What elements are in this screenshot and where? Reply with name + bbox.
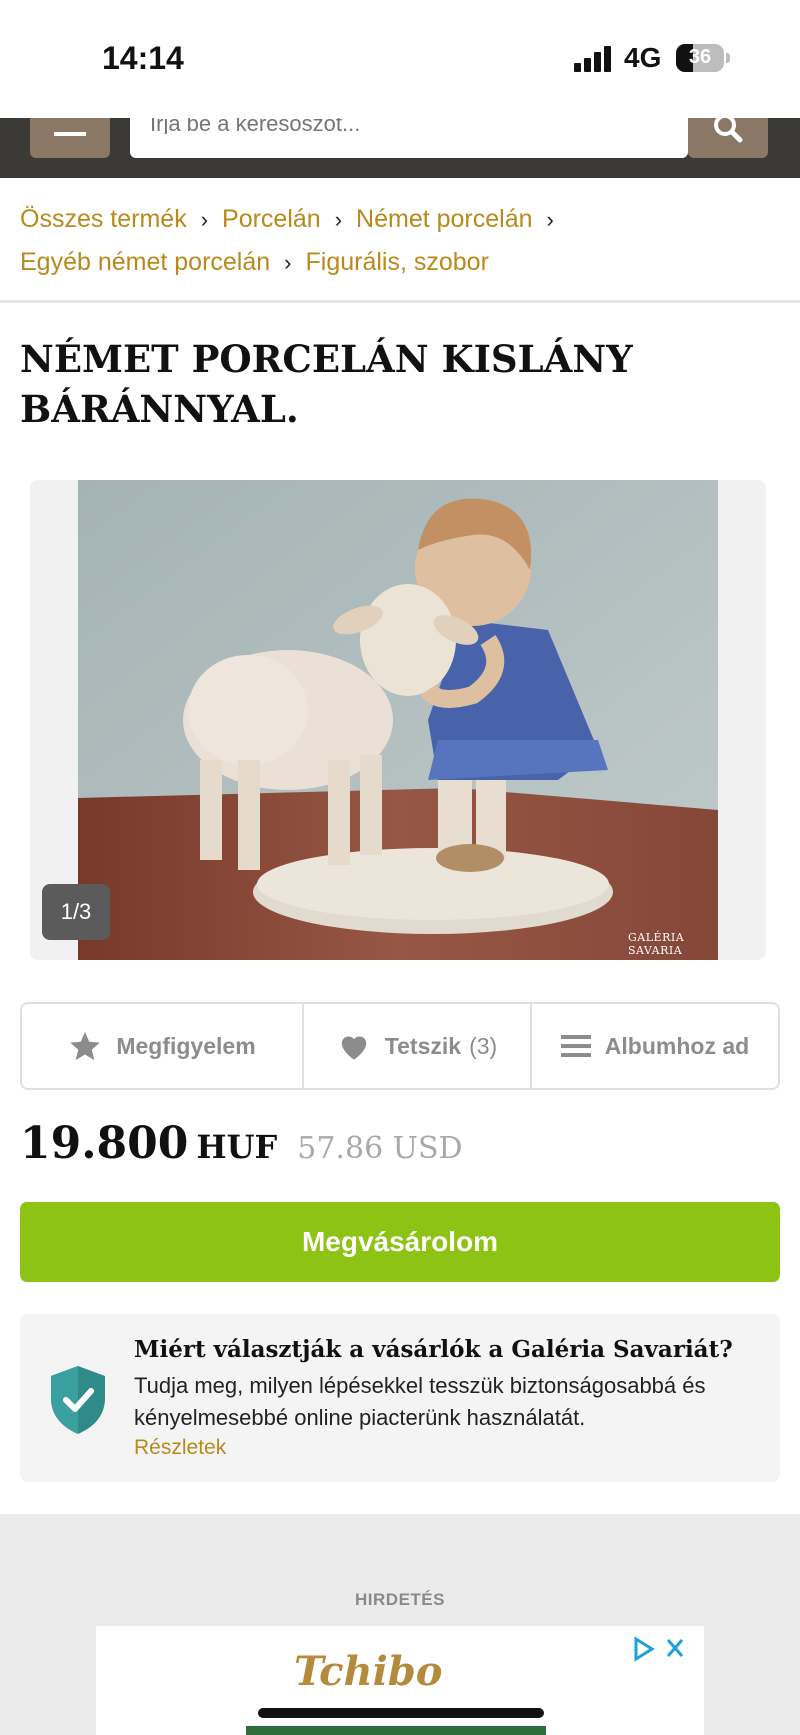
like-button[interactable]: Tetszik (3) (304, 1004, 530, 1088)
product-photo[interactable]: GALÉRIA SAVARIA (78, 480, 718, 960)
add-to-album-button[interactable]: Albumhoz ad (532, 1004, 778, 1088)
watch-button[interactable]: Megfigyelem (22, 1004, 302, 1088)
breadcrumb-german-porcelain[interactable]: Német porcelán (356, 205, 532, 233)
trust-text: Tudja meg, milyen lépésekkel tesszük biz… (134, 1373, 706, 1430)
star-icon (70, 1031, 101, 1061)
breadcrumb-figural-sculpture[interactable]: Figurális, szobor (306, 248, 489, 276)
breadcrumb-other-german-porcelain[interactable]: Egyéb német porcelán (20, 248, 270, 276)
product-title: NÉMET PORCELÁN KISLÁNY BÁRÁNNYAL. (20, 337, 633, 431)
home-indicator[interactable] (258, 1708, 544, 1718)
signal-icon (574, 46, 614, 72)
watch-label: Megfigyelem (116, 1032, 256, 1059)
chevron-right-icon: › (546, 207, 554, 232)
like-count: (3) (469, 1032, 498, 1059)
status-bar: 14:14 4G 36 (0, 0, 800, 118)
battery-cap (726, 53, 730, 63)
list-icon (560, 1035, 591, 1057)
heart-icon (341, 1036, 367, 1060)
chevron-right-icon: › (334, 207, 343, 232)
ad-banner[interactable]: Tchibo (96, 1626, 704, 1735)
price-value: 19.800 (20, 1118, 189, 1169)
shield-check-icon (51, 1366, 105, 1434)
search-box (130, 118, 688, 158)
price-row: 19.800 HUF 57.86 USD (20, 1118, 463, 1169)
adchoices-icon[interactable] (630, 1636, 692, 1662)
search-input[interactable] (150, 118, 670, 134)
search-button[interactable] (688, 118, 768, 158)
network-type: 4G (624, 42, 662, 73)
battery-level: 36 (688, 46, 712, 68)
menu-icon (54, 132, 86, 136)
ad-section: HIRDETÉS Tchibo (0, 1514, 800, 1735)
battery-icon: 36 (676, 44, 724, 72)
search-icon (714, 118, 743, 143)
site-header (0, 118, 800, 178)
chevron-right-icon: › (200, 207, 209, 232)
breadcrumb-all-products[interactable]: Összes termék (20, 205, 187, 233)
trust-info-box: Miért választják a vásárlók a Galéria Sa… (20, 1314, 780, 1482)
price-currency: HUF (196, 1128, 278, 1166)
price-usd: 57.86 USD (297, 1131, 463, 1166)
breadcrumb-porcelain[interactable]: Porcelán (222, 205, 321, 233)
trust-heading: Miért választják a vásárlók a Galéria Sa… (134, 1336, 733, 1363)
action-bar: Megfigyelem Tetszik (3) Albumhoz ad (20, 1002, 780, 1090)
chevron-right-icon: › (284, 250, 292, 275)
watermark-logo: GALÉRIA SAVARIA (628, 931, 685, 957)
porcelain-figurine-image (78, 480, 718, 960)
menu-button[interactable] (30, 118, 110, 158)
like-label: Tetszik (384, 1032, 462, 1059)
album-label: Albumhoz ad (604, 1032, 750, 1059)
breadcrumb: Összes termék › Porcelán › Német porcelán › Eg… (20, 198, 780, 284)
buy-button[interactable]: Megvásárolom (20, 1202, 780, 1282)
image-counter: 1/3 (42, 884, 110, 940)
ad-label: HIRDETÉS (355, 1590, 445, 1609)
divider (0, 300, 800, 303)
ad-decoration (246, 1726, 546, 1735)
product-gallery[interactable]: GALÉRIA SAVARIA 1/3 (30, 480, 766, 960)
tchibo-logo: Tchibo (294, 1648, 443, 1695)
details-link[interactable]: Részletek (134, 1436, 226, 1460)
status-time: 14:14 (102, 40, 184, 76)
